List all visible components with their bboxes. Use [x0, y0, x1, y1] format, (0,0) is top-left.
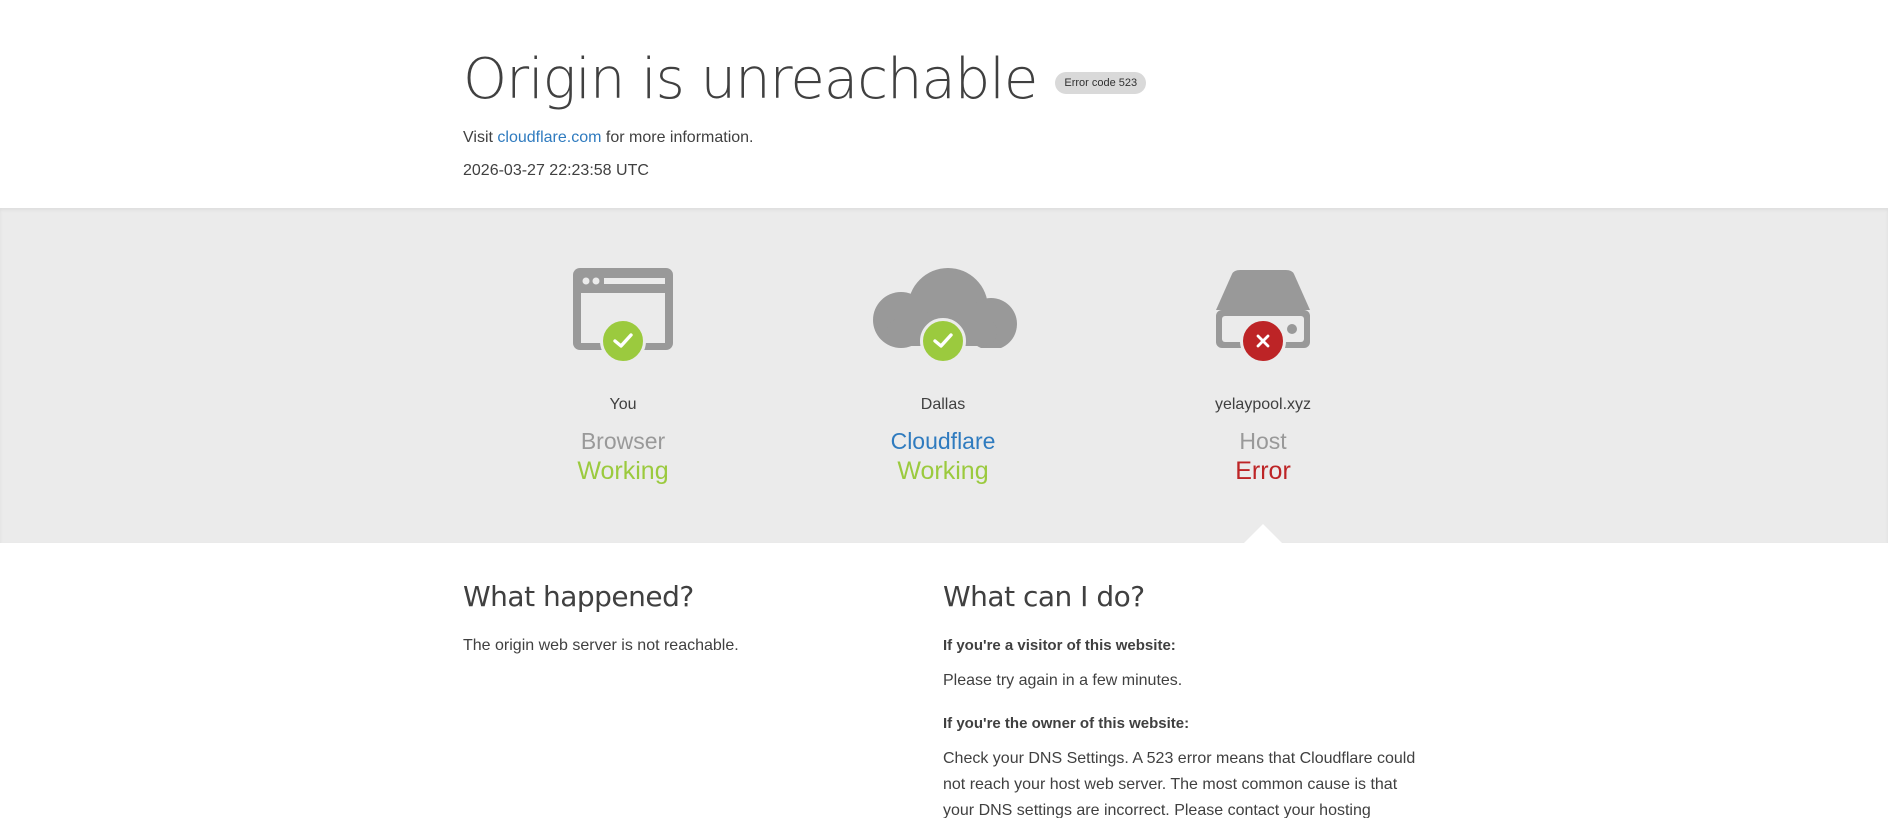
host-role: Host [1239, 428, 1287, 454]
host-pointer-caret [1243, 524, 1283, 544]
visit-prefix: Visit [463, 129, 493, 146]
browser-status-dot [600, 318, 646, 364]
error-code-badge: Error code 523 [1055, 72, 1147, 94]
visit-line: Visit cloudflare.com for more informatio… [463, 127, 1423, 149]
check-icon [933, 333, 953, 348]
what-can-i-do-heading: What can I do? [943, 580, 1145, 613]
host-state: Error [1235, 457, 1291, 485]
close-icon [1256, 334, 1270, 348]
cloud-icon-wrap [823, 208, 1063, 368]
header-inner: Origin is unreachable Error code 523 Vis… [463, 44, 1423, 182]
host-status-dot [1240, 318, 1286, 364]
browser-state: Working [577, 457, 669, 485]
cloudflare-link[interactable]: cloudflare.com [497, 129, 601, 146]
cloudflare-role[interactable]: Cloudflare [823, 427, 1063, 455]
page-title: Origin is unreachable [463, 47, 1038, 112]
owner-body: Check your DNS Settings. A 523 error mea… [943, 750, 1416, 818]
cloudflare-state: Working [897, 457, 989, 485]
browser-role: Browser [580, 428, 666, 454]
host-location: yelaypool.xyz [1214, 396, 1312, 413]
browser-location: You [609, 396, 637, 413]
browser-icon-wrap [503, 208, 743, 368]
content: What happened? The origin web server is … [0, 543, 1888, 818]
visitor-body: Please try again in a few minutes. [943, 672, 1183, 689]
cloudflare-location: Dallas [920, 396, 966, 413]
what-happened-body: The origin web server is not reachable. [463, 637, 739, 654]
server-icon-wrap [1143, 208, 1383, 368]
what-happened-heading: What happened? [463, 580, 694, 613]
cloudflare-status-dot [920, 318, 966, 364]
visitor-heading: If you're a visitor of this website: [943, 637, 1176, 654]
timestamp: 2026-03-27 22:23:58 UTC [463, 162, 649, 179]
status-host: yelaypool.xyz Host Error [1143, 208, 1383, 487]
what-can-i-do-section: What can I do? If you're a visitor of th… [943, 580, 1423, 818]
check-icon [613, 333, 633, 348]
owner-heading: If you're the owner of this website: [943, 715, 1190, 732]
what-happened-section: What happened? The origin web server is … [463, 580, 903, 659]
visit-suffix: for more information. [605, 129, 754, 146]
header: Origin is unreachable Error code 523 Vis… [0, 0, 1888, 208]
status-band: You Browser Working Dallas Cloudflare Wo… [0, 208, 1888, 544]
status-cloudflare: Dallas Cloudflare Working [823, 208, 1063, 487]
title-row: Origin is unreachable Error code 523 [463, 44, 1423, 116]
status-browser: You Browser Working [503, 208, 743, 487]
